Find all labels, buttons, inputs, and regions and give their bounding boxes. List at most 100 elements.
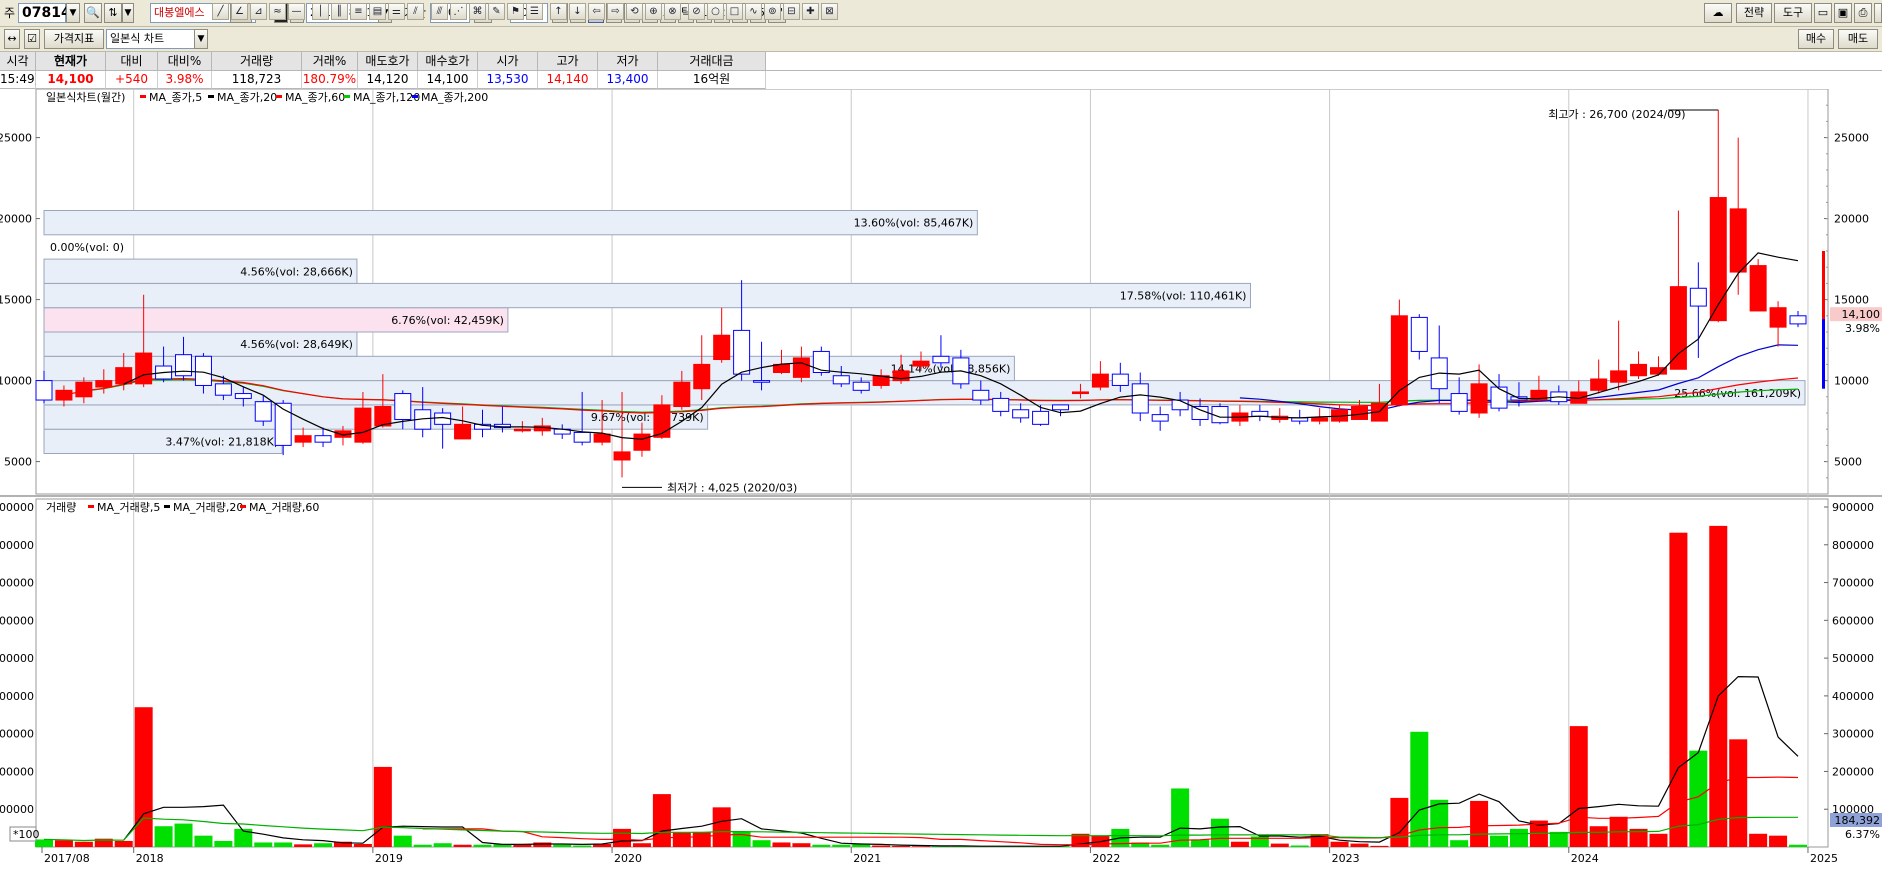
quote-value: 14,140: [538, 71, 598, 89]
quote-value: 3.98%: [158, 71, 212, 89]
cancel-icon[interactable]: ⊘: [688, 3, 705, 20]
pattern-icon[interactable]: ⌘: [469, 3, 486, 20]
channel-icon[interactable]: ≡: [350, 3, 367, 20]
candle-body: [513, 428, 531, 432]
target-icon[interactable]: ⊚: [764, 3, 781, 20]
image-icon[interactable]: ⊠: [821, 3, 838, 20]
vertical-line-icon[interactable]: │: [312, 3, 329, 20]
volume-profile-label: 17.58%(vol: 110,461K): [1120, 290, 1247, 303]
buy-button[interactable]: 매수: [1798, 29, 1834, 49]
zoom-out-icon[interactable]: ⊗: [664, 3, 681, 20]
gann-fan-icon[interactable]: ⫽: [407, 3, 424, 20]
candle-body: [932, 355, 950, 364]
save-icon[interactable]: ▣: [1834, 3, 1852, 23]
candle-body: [753, 380, 771, 383]
volume-bar: [413, 844, 432, 847]
chart-type-dropdown-icon[interactable]: ▼: [194, 29, 208, 49]
line-tool-icon[interactable]: ╱: [212, 3, 229, 20]
low-annotation: 최저가 : 4,025 (2020/03): [667, 481, 797, 494]
sort-dropdown-icon[interactable]: ▼: [122, 3, 134, 23]
undo-icon[interactable]: ⟲: [626, 3, 643, 20]
quote-value: 14,100: [36, 71, 106, 89]
settings-icon[interactable]: [1874, 3, 1882, 23]
right-arrow-icon[interactable]: ⇨: [607, 3, 624, 20]
candle-body: [1111, 373, 1129, 386]
price-range-bar: [1822, 251, 1825, 320]
quote-value: 180.79%: [302, 71, 358, 89]
triangle-icon[interactable]: ⊿: [250, 3, 267, 20]
candle-body: [1191, 406, 1209, 420]
scroll-arrows-icon[interactable]: ↔: [4, 29, 20, 49]
flag-icon[interactable]: ⚑: [507, 3, 524, 20]
quote-header: 현재가: [36, 52, 106, 71]
candle-body: [1769, 307, 1787, 328]
down-arrow-icon[interactable]: ↓: [569, 3, 586, 20]
candle-body: [912, 360, 930, 367]
collapse-icon[interactable]: ⊟: [783, 3, 800, 20]
current-change-label: 3.98%: [1845, 322, 1880, 335]
tools-button[interactable]: 도구: [1774, 3, 1812, 23]
rectangle-icon[interactable]: □: [726, 3, 743, 20]
quote-header: 거래대금: [658, 52, 766, 71]
price-legend-label: MA_종가,5: [149, 91, 202, 104]
parallel-lines-icon[interactable]: ║: [331, 3, 348, 20]
left-arrow-icon[interactable]: ⇦: [588, 3, 605, 20]
chart-type-select[interactable]: 일본식 차트: [106, 29, 208, 49]
fibonacci-icon[interactable]: ≈: [269, 3, 286, 20]
stock-code-input[interactable]: 078140: [18, 3, 80, 23]
grid-lines-icon[interactable]: ▤: [369, 3, 386, 20]
sort-icon[interactable]: ⇅: [104, 3, 122, 23]
text-list-icon[interactable]: ☰: [526, 3, 543, 20]
volume-bar: [1151, 844, 1170, 847]
vol-tick-label: 700000: [0, 577, 34, 590]
horizontal-line-icon[interactable]: —: [288, 3, 305, 20]
indicator-button[interactable]: 가격지표: [44, 29, 104, 49]
sell-button[interactable]: 매도: [1838, 29, 1878, 49]
strategy-button[interactable]: 전략: [1736, 3, 1772, 23]
up-arrow-icon[interactable]: ↑: [550, 3, 567, 20]
wave-icon[interactable]: ∿: [745, 3, 762, 20]
vol-tick-label-right: 500000: [1832, 652, 1874, 665]
candle-body: [454, 423, 472, 440]
volume-profile-label: 13.60%(vol: 85,467K): [854, 217, 974, 230]
quote-header: 매도호가: [358, 52, 418, 71]
zoom-in-icon[interactable]: ⊕: [645, 3, 662, 20]
checkbox-icon[interactable]: ☑: [24, 29, 40, 49]
crosshair-icon[interactable]: ✚: [802, 3, 819, 20]
print-icon[interactable]: ⎙: [1854, 3, 1872, 23]
volume-bar: [752, 840, 771, 847]
volume-profile-bar: [43, 282, 1251, 309]
folder-icon[interactable]: ▭: [1814, 3, 1832, 23]
quote-header: 매수호가: [418, 52, 478, 71]
pen-icon[interactable]: ✎: [488, 3, 505, 20]
search-icon[interactable]: 🔍: [84, 3, 102, 23]
high-annotation: 최고가 : 26,700 (2024/09): [1548, 108, 1685, 121]
candle-body: [194, 355, 212, 386]
volume-bar: [1330, 841, 1349, 847]
vol-tick-label: 200000: [0, 765, 34, 778]
volume-bar: [812, 844, 831, 847]
candle-body: [832, 375, 850, 385]
vol-tick-label-right: 200000: [1832, 765, 1874, 778]
volume-bar: [54, 840, 73, 847]
candle-body: [1789, 315, 1807, 325]
volume-bar: [353, 843, 372, 847]
speed-lines-icon[interactable]: ⚌: [388, 3, 405, 20]
stock-chart[interactable]: 5000 5000 10000 10000 15000 15000 20000 20000 25…: [0, 89, 1882, 869]
candle-body: [1610, 370, 1628, 383]
vol-tick-label-right: 600000: [1832, 614, 1874, 627]
candle-body: [1669, 286, 1687, 370]
gann-grid-icon[interactable]: ⫻: [431, 3, 448, 20]
code-dropdown-icon[interactable]: ▼: [66, 3, 80, 23]
legend-swatch: [276, 95, 282, 98]
drawing-toolbar: ↔ ☑ 가격지표 일본식 차트 ▼ 매수 매도: [0, 27, 1882, 52]
cloud-icon[interactable]: ☁: [1704, 3, 1732, 23]
volume-bar: [772, 842, 791, 847]
angle-line-icon[interactable]: ∠: [231, 3, 248, 20]
candle-body: [573, 431, 591, 443]
vol-tick-label-right: 900000: [1832, 501, 1874, 514]
candle-body: [1091, 373, 1109, 388]
cycle-icon[interactable]: ⋰: [450, 3, 467, 20]
circle-icon[interactable]: ○: [707, 3, 724, 20]
y-tick-label: 5000: [4, 456, 32, 469]
